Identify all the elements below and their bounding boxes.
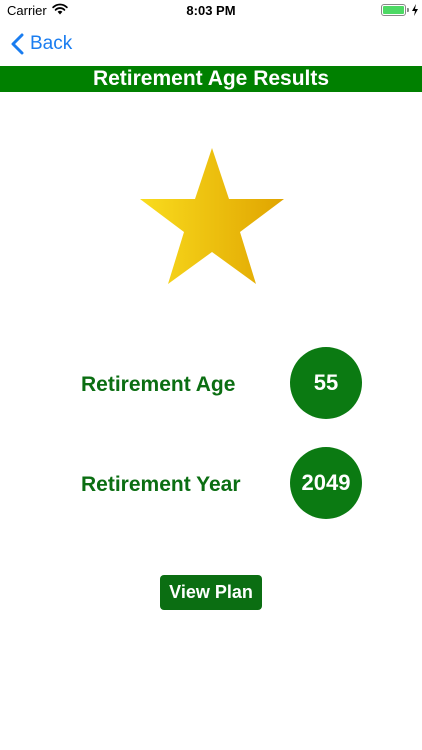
retirement-year-label: Retirement Year (81, 473, 241, 496)
retirement-age-label: Retirement Age (81, 373, 236, 396)
star-icon (140, 148, 284, 284)
battery-level-fill (383, 6, 404, 14)
status-bar: Carrier 8:03 PM (0, 0, 422, 22)
view-plan-button[interactable]: View Plan (160, 575, 262, 610)
back-label: Back (30, 33, 73, 54)
retirement-year-value: 2049 (290, 447, 362, 519)
retirement-year-row: Retirement Year 2049 (0, 447, 422, 519)
bolt-icon (412, 4, 418, 16)
retirement-age-row: Retirement Age 55 (0, 347, 422, 419)
back-button[interactable]: Back (10, 31, 72, 57)
battery-cap (407, 8, 409, 12)
chevron-left-icon (11, 33, 24, 55)
clock: 8:03 PM (186, 3, 236, 18)
navigation-bar: Back (0, 22, 422, 65)
page-title: Retirement Age Results (0, 66, 422, 92)
retirement-age-value: 55 (290, 347, 362, 419)
battery-icon (381, 4, 406, 16)
